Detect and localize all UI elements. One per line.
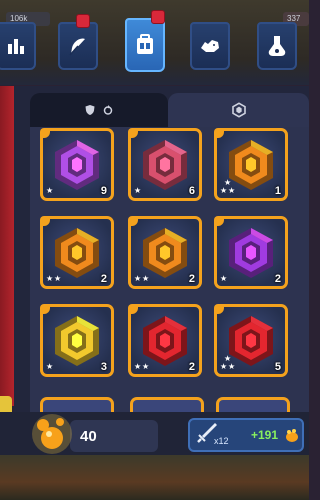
gem-card[interactable]: ★ 6 — [128, 128, 202, 201]
star-rating: ★ — [46, 173, 66, 195]
star-rating: ★ — [134, 173, 154, 195]
tab-skills[interactable] — [58, 14, 98, 70]
gem-count: 1 — [274, 185, 281, 197]
star-icon: ★ — [224, 178, 232, 187]
rhino-icon — [201, 40, 219, 52]
star-icon: ★ — [228, 186, 236, 195]
gem-card[interactable]: ★ ★ 2 — [128, 216, 202, 289]
star-rating: ★ ★ — [134, 349, 154, 371]
card-corner — [214, 304, 224, 314]
star-rating: ★ ★ ★ — [220, 349, 240, 371]
tab-potions[interactable] — [257, 22, 297, 70]
gem-count: 2 — [274, 273, 281, 285]
star-icon: ★ — [142, 274, 150, 283]
card-corner — [40, 216, 50, 226]
gem-card[interactable]: ★ 9 — [40, 128, 114, 201]
star-icon: ★ — [134, 274, 142, 283]
card-corner — [214, 128, 224, 138]
gem-card-partial[interactable] — [216, 397, 290, 412]
star-icon: ★ — [224, 354, 232, 363]
reward-amount: +191 — [251, 428, 279, 442]
star-icon: ★ — [142, 362, 150, 371]
gem-count: 9 — [100, 185, 107, 197]
gold-pot-icon — [286, 429, 298, 442]
card-corner — [128, 216, 138, 226]
card-corner — [40, 304, 50, 314]
star-icon: ★ — [46, 186, 54, 195]
orb-currency-icon — [32, 414, 72, 454]
gem-card[interactable]: ★ 3 — [40, 304, 114, 377]
star-rating: ★ — [220, 261, 240, 283]
gem-card[interactable]: ★ ★ 2 — [40, 216, 114, 289]
card-corner — [128, 304, 138, 314]
star-icon: ★ — [220, 362, 228, 371]
left-side-panel-edge — [0, 86, 14, 406]
gem-count: 6 — [188, 185, 195, 197]
gem-count: 2 — [100, 273, 107, 285]
star-icon: ★ — [46, 362, 54, 371]
tab-pets[interactable] — [190, 22, 230, 70]
card-corner — [40, 128, 50, 138]
star-rating: ★ ★ — [134, 261, 154, 283]
gem-count: 5 — [274, 361, 281, 373]
bottom-background — [0, 455, 309, 500]
sub-tabs — [30, 93, 309, 127]
card-corner — [214, 216, 224, 226]
gem-count: 2 — [188, 361, 195, 373]
refresh-icon — [103, 105, 113, 115]
gem-card[interactable]: ★ 2 — [214, 216, 288, 289]
card-corner — [128, 128, 138, 138]
subtab-equipped[interactable] — [30, 93, 168, 127]
star-icon: ★ — [220, 274, 228, 283]
star-rating: ★ ★ — [46, 261, 66, 283]
gem-card[interactable]: ★ ★ ★ 1 — [214, 128, 288, 201]
star-icon: ★ — [220, 186, 228, 195]
bar-chart-icon — [8, 39, 24, 54]
subtab-all-gems[interactable] — [168, 93, 309, 127]
tab-stats[interactable] — [0, 22, 36, 70]
next-row-partial — [40, 397, 300, 412]
hex-gem-icon — [231, 102, 246, 118]
star-icon: ★ — [134, 362, 142, 371]
star-icon: ★ — [228, 362, 236, 371]
gem-card[interactable]: ★ ★ ★ 5 — [214, 304, 288, 377]
star-icon: ★ — [134, 186, 142, 195]
notification-badge — [76, 14, 90, 28]
gem-count: 2 — [188, 273, 195, 285]
gem-card[interactable]: ★ ★ 2 — [128, 304, 202, 377]
notification-badge — [151, 10, 165, 24]
backpack-icon — [137, 34, 153, 54]
shield-icon — [85, 105, 95, 115]
gem-count: 3 — [100, 361, 107, 373]
sword-multiplier: x12 — [214, 436, 229, 446]
coin-count: 40 — [80, 428, 97, 445]
star-icon: ★ — [54, 274, 62, 283]
gem-card-partial[interactable] — [130, 397, 204, 412]
feather-icon — [69, 38, 85, 56]
star-rating: ★ — [46, 349, 66, 371]
potion-flask-icon — [268, 36, 286, 56]
tab-inventory[interactable] — [125, 10, 165, 72]
gem-card-partial[interactable] — [40, 397, 114, 412]
star-icon: ★ — [46, 274, 54, 283]
star-rating: ★ ★ ★ — [220, 173, 240, 195]
